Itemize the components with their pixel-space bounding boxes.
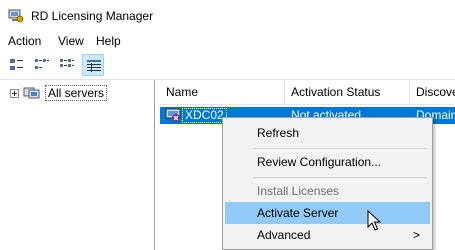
menu-item-refresh[interactable]: Refresh (225, 122, 430, 144)
menu-bar: Action View Help (0, 31, 455, 51)
mouse-cursor-icon (367, 210, 381, 231)
server-error-icon (165, 108, 181, 122)
servers-icon (23, 87, 40, 99)
licensing-manager-app-icon (8, 9, 24, 23)
expand-icon[interactable] (10, 89, 19, 98)
server-name-cell: XDC02 (182, 108, 227, 123)
large-icons-view-button[interactable] (6, 54, 28, 76)
small-icons-view-button[interactable] (31, 54, 53, 76)
tree-pane: All servers (0, 80, 155, 250)
menu-item-advanced-label: Advanced (257, 228, 311, 242)
menu-action[interactable]: Action (8, 34, 41, 48)
menu-item-install-licenses: Install Licenses (257, 184, 340, 198)
details-view-button[interactable] (82, 54, 104, 76)
submenu-arrow-icon: > (412, 228, 420, 242)
menu-separator (253, 177, 427, 178)
toolbar (0, 51, 455, 80)
menu-view[interactable]: View (58, 34, 84, 48)
menu-item-review-configuration[interactable]: Review Configuration... (225, 151, 430, 173)
menu-separator (253, 148, 427, 149)
menu-item-advanced[interactable]: Advanced > (225, 224, 430, 246)
list-view-button[interactable] (56, 54, 78, 76)
title-bar: RD Licensing Manager (0, 0, 455, 31)
menu-help[interactable]: Help (96, 34, 121, 48)
column-header-activation-status[interactable]: Activation Status (285, 80, 410, 105)
large-icons-view-icon (10, 59, 23, 70)
column-header-name[interactable]: Name (160, 80, 285, 105)
details-view-icon (87, 60, 101, 72)
tree-item-all-servers[interactable]: All servers (45, 85, 108, 101)
small-icons-view-icon (35, 59, 49, 69)
column-header-discovery[interactable]: Discove (410, 80, 455, 105)
window-title: RD Licensing Manager (31, 9, 154, 23)
menu-item-activate-server[interactable]: Activate Server (225, 202, 430, 224)
list-view-icon (60, 59, 74, 67)
context-menu: Refresh Review Configuration... Install … (222, 117, 433, 250)
